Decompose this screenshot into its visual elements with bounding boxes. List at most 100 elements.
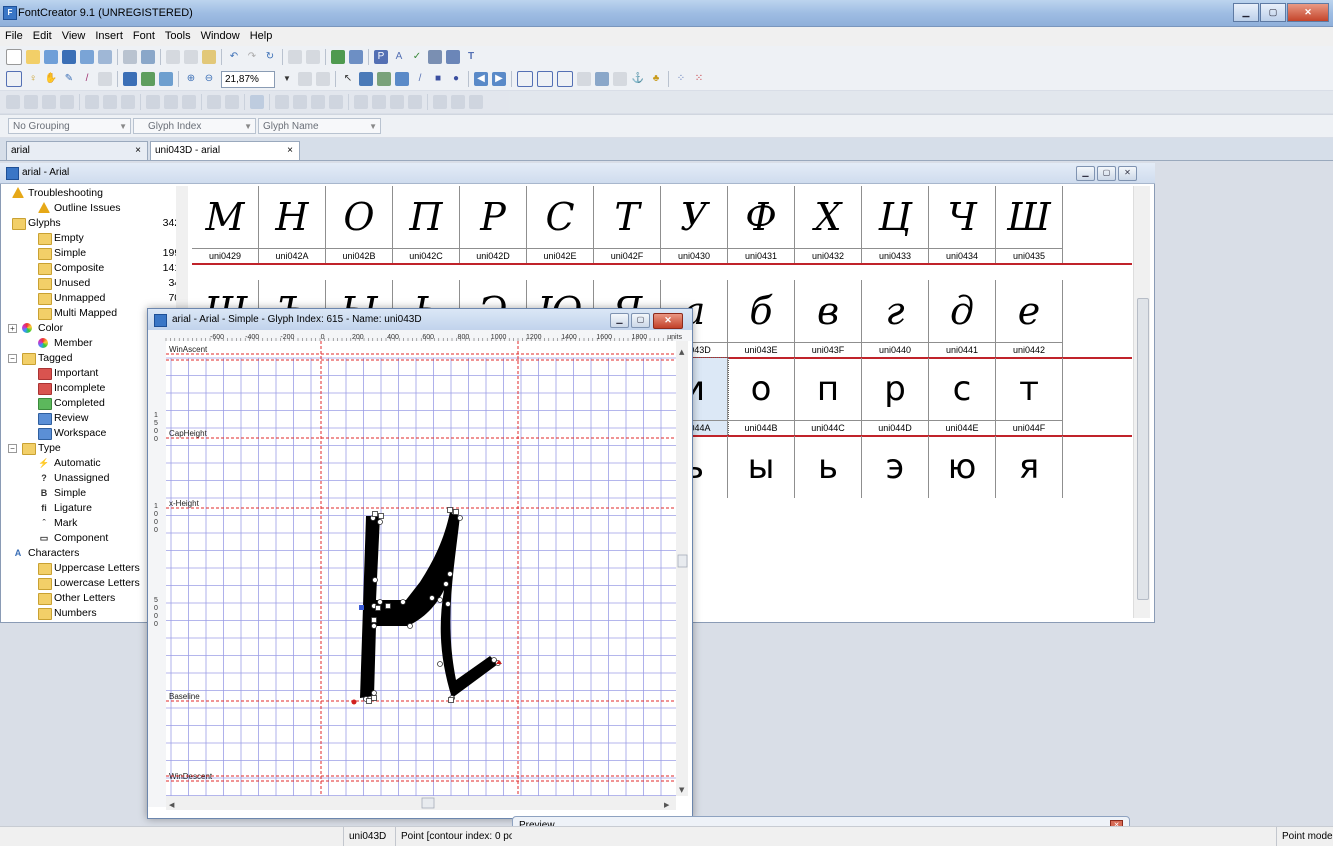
glyph-cell[interactable]: б uni043E <box>728 280 795 358</box>
glyph-cell[interactable]: г uni0440 <box>862 280 929 358</box>
glyph-cell[interactable]: Хuni0432 <box>795 186 862 264</box>
new-icon[interactable] <box>6 49 22 65</box>
close-icon[interactable]: × <box>287 142 293 160</box>
picture-icon[interactable] <box>377 72 391 86</box>
control-point[interactable] <box>443 581 449 587</box>
zoom-select[interactable]: 21,87% <box>221 70 275 88</box>
hint-icon[interactable] <box>433 95 447 109</box>
select-icon[interactable] <box>6 71 22 87</box>
control-point[interactable] <box>371 623 377 629</box>
snap-icon[interactable] <box>577 72 591 86</box>
expand-icon[interactable]: + <box>8 324 17 333</box>
menu-font[interactable]: Font <box>128 27 160 42</box>
glyph-icon[interactable] <box>123 72 137 86</box>
prev-icon[interactable]: ◀ <box>474 72 488 86</box>
glyph-cell[interactable]: Сuni042E <box>527 186 594 264</box>
p-icon[interactable]: P <box>374 50 388 64</box>
collapse-icon[interactable]: − <box>8 354 17 363</box>
control-point[interactable] <box>407 623 413 629</box>
split-icon[interactable] <box>225 95 239 109</box>
transform-icon[interactable] <box>250 95 264 109</box>
align-right-icon[interactable] <box>42 95 56 109</box>
glyph-cell[interactable]: Тuni042F <box>594 186 661 264</box>
points-icon[interactable] <box>557 71 573 87</box>
minimize-icon[interactable]: ▁ <box>1076 166 1095 181</box>
maximize-icon[interactable]: ▢ <box>1260 3 1286 22</box>
anchor-icon[interactable]: ⚓ <box>631 72 645 86</box>
node-point[interactable] <box>385 603 391 609</box>
glyph-cell[interactable]: Пuni042C <box>393 186 460 264</box>
tree-item-unused[interactable]: Unused342 <box>8 276 186 291</box>
tree-item-unmapped[interactable]: Unmapped701 <box>8 291 186 306</box>
glyph-cell[interactable]: э <box>862 436 929 498</box>
brush-icon[interactable]: / <box>80 72 94 86</box>
distribute-v-icon[interactable] <box>103 95 117 109</box>
glyph-cell[interactable]: с uni044E <box>929 358 996 436</box>
glyph-cell[interactable]: Уuni0430 <box>661 186 728 264</box>
glyph-cell[interactable]: ю <box>929 436 996 498</box>
menu-window[interactable]: Window <box>196 27 245 42</box>
glyph-cell[interactable]: е uni0442 <box>996 280 1063 358</box>
palette-icon[interactable]: ⁙ <box>692 72 706 86</box>
cut-icon[interactable] <box>166 50 180 64</box>
pen-icon[interactable]: ✎ <box>62 72 76 86</box>
save-icon[interactable] <box>62 50 76 64</box>
control-point[interactable] <box>457 515 463 521</box>
glyph-cell[interactable]: ь <box>795 436 862 498</box>
align-center-icon[interactable] <box>24 95 38 109</box>
kern-icon[interactable] <box>451 95 465 109</box>
validate-icon[interactable] <box>331 50 345 64</box>
grid-toggle-icon[interactable] <box>517 71 533 87</box>
fit-icon[interactable] <box>298 72 312 86</box>
flip-h-icon[interactable] <box>121 95 135 109</box>
properties-icon[interactable] <box>288 50 302 64</box>
corner-icon[interactable] <box>311 95 325 109</box>
node-point[interactable] <box>447 507 453 513</box>
canvas-hscroll-thumb[interactable] <box>421 797 435 809</box>
curve-icon[interactable] <box>329 95 343 109</box>
grid-scroll-thumb[interactable] <box>1137 298 1149 600</box>
copy-icon[interactable] <box>184 50 198 64</box>
scroll-left-icon[interactable]: ◀ <box>169 801 175 809</box>
control-point[interactable] <box>445 601 451 607</box>
text-icon[interactable]: T <box>464 50 478 64</box>
chart-icon[interactable] <box>446 50 460 64</box>
glyph-cell[interactable]: Мuni0429 <box>192 186 259 264</box>
control-point[interactable] <box>377 599 383 605</box>
node-point[interactable] <box>371 695 377 701</box>
scroll-down-icon[interactable]: ▼ <box>679 786 685 794</box>
grouping-select[interactable]: No Grouping ▼ <box>8 118 131 134</box>
tree-item-outline-issues[interactable]: Outline Issues6 <box>8 201 186 216</box>
glyph-cell[interactable]: Шuni0435 <box>996 186 1063 264</box>
check-icon[interactable]: ✓ <box>410 50 424 64</box>
simplify-icon[interactable] <box>275 95 289 109</box>
chevron-down-icon[interactable]: ▼ <box>280 72 294 86</box>
scroll-up-icon[interactable]: ▲ <box>679 348 685 356</box>
paste-icon[interactable] <box>202 50 216 64</box>
minimize-icon[interactable]: ▁ <box>1233 3 1259 22</box>
tree-item-troubleshooting[interactable]: Troubleshooting0 <box>8 186 186 201</box>
spell-icon[interactable]: A <box>392 50 406 64</box>
close-icon[interactable]: × <box>135 142 141 160</box>
control-point[interactable] <box>400 599 406 605</box>
node-point[interactable] <box>378 513 384 519</box>
close-icon[interactable]: ✕ <box>1118 166 1137 181</box>
glyph-cell[interactable]: о uni044B <box>728 358 795 436</box>
refresh-icon[interactable]: ↻ <box>263 50 277 64</box>
control-point[interactable] <box>377 519 383 525</box>
fill-icon[interactable] <box>613 72 627 86</box>
undo-icon[interactable]: ↶ <box>227 50 241 64</box>
bucket-icon[interactable]: ♣ <box>649 72 663 86</box>
glyph-cell[interactable]: Фuni0431 <box>728 186 795 264</box>
scale-icon[interactable] <box>182 95 196 109</box>
guides-icon[interactable] <box>537 71 553 87</box>
knife-icon[interactable] <box>98 72 112 86</box>
start-point[interactable] <box>359 605 364 610</box>
union-icon[interactable] <box>354 95 368 109</box>
tab-uni043d-arial[interactable]: uni043D - arial × <box>150 141 300 160</box>
tree-item-empty[interactable]: Empty4 <box>8 231 186 246</box>
nodes-icon[interactable]: ⁘ <box>674 72 688 86</box>
minimize-icon[interactable]: ▁ <box>610 313 629 328</box>
arrow-icon[interactable]: ↖ <box>341 72 355 86</box>
join-icon[interactable] <box>207 95 221 109</box>
